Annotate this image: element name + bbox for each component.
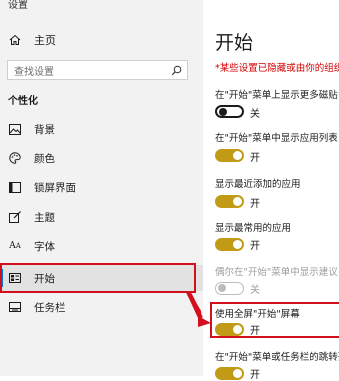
- annotation-arrow: [186, 291, 211, 327]
